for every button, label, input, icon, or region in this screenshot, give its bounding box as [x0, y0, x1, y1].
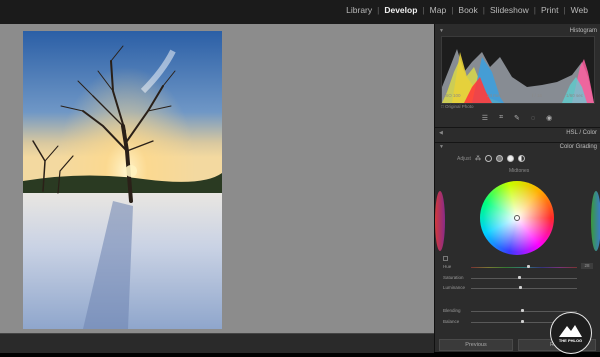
grading-mode-selector: ⁂ [475, 155, 525, 162]
midtones-color-wheel[interactable] [480, 181, 554, 255]
module-develop[interactable]: Develop [380, 5, 421, 15]
adjust-label: Adjust [457, 156, 471, 162]
module-slideshow[interactable]: Slideshow [486, 5, 533, 15]
histogram[interactable]: ISO 100 24 mm f / 16 1/60 sec [441, 36, 595, 104]
right-wheel-edge [591, 191, 600, 251]
hue-label: Hue [443, 264, 452, 269]
divider [435, 127, 600, 128]
saturation-label: Saturation [443, 275, 464, 280]
divider [435, 142, 600, 143]
luminance-slider[interactable]: Luminance [443, 285, 593, 293]
blending-label: Blending [443, 308, 461, 313]
eyedropper-icon[interactable] [443, 256, 448, 261]
wheel-title: Midtones [509, 168, 530, 174]
module-picker: Library | Develop | Map | Book | Slideshow | … [342, 5, 592, 15]
module-web[interactable]: Web [567, 5, 592, 15]
saturation-thumb[interactable] [518, 276, 521, 279]
saturation-slider[interactable]: Saturation [443, 275, 593, 283]
mountain-logo-icon [559, 325, 582, 337]
module-library[interactable]: Library [342, 5, 376, 15]
hsl-color-header[interactable]: HSL / Color [439, 130, 597, 140]
blending-thumb[interactable] [521, 309, 524, 312]
histogram-aperture: f / 16 [532, 93, 543, 98]
red-eye-icon[interactable]: ◉ [546, 114, 552, 122]
luminance-thumb[interactable] [519, 286, 522, 289]
original-photo-label: Original Photo [444, 104, 474, 109]
midtones-mode-icon[interactable] [496, 155, 503, 162]
edit-sliders-icon[interactable]: ☰ [482, 114, 488, 122]
luminance-label: Luminance [443, 285, 466, 290]
global-mode-icon[interactable] [518, 155, 525, 162]
saturation-track [471, 278, 577, 279]
previous-button[interactable]: Previous [439, 339, 513, 351]
masking-icon[interactable]: ◌ [531, 115, 535, 122]
highlights-mode-icon[interactable] [507, 155, 514, 162]
logo-text: THE PHLOG [558, 338, 583, 343]
blending-track [471, 311, 577, 312]
luminance-track [471, 288, 577, 289]
original-photo-checkbox[interactable]: □ Original Photo [441, 104, 474, 109]
histogram-iso: ISO 100 [444, 93, 461, 98]
module-map[interactable]: Map [426, 5, 451, 15]
module-print[interactable]: Print [537, 5, 562, 15]
healing-icon[interactable]: ✎ [514, 114, 520, 122]
crop-icon[interactable]: ⌗ [499, 114, 503, 122]
left-wheel-edge [435, 191, 445, 251]
hue-thumb[interactable] [527, 265, 530, 268]
histogram-focal: 24 mm [487, 93, 501, 98]
photo-snowy-tree [23, 31, 222, 329]
shadows-mode-icon[interactable] [485, 155, 492, 162]
hue-track [471, 267, 577, 268]
balance-label: Balance [443, 319, 460, 324]
wheel-handle[interactable] [514, 215, 520, 221]
module-book[interactable]: Book [454, 5, 481, 15]
hue-value[interactable]: 28 [581, 263, 593, 269]
three-way-icon[interactable]: ⁂ [475, 155, 481, 162]
channel-logo: THE PHLOG [550, 312, 592, 354]
histogram-shutter: 1/60 sec [566, 93, 584, 98]
develop-panel: ▼ Histogram ISO 100 24 mm f / 16 1/60 se… [434, 24, 600, 352]
color-grading-header[interactable]: Color Grading [439, 144, 597, 154]
photo-preview[interactable] [23, 31, 222, 329]
tool-strip: ☰ ⌗ ✎ ◌ ◉ [441, 111, 593, 125]
hue-slider[interactable]: Hue 28 [443, 263, 593, 272]
balance-thumb[interactable] [521, 320, 524, 323]
module-bar: Library | Develop | Map | Book | Slideshow | … [0, 0, 600, 24]
filmstrip-toolbar [0, 333, 434, 353]
